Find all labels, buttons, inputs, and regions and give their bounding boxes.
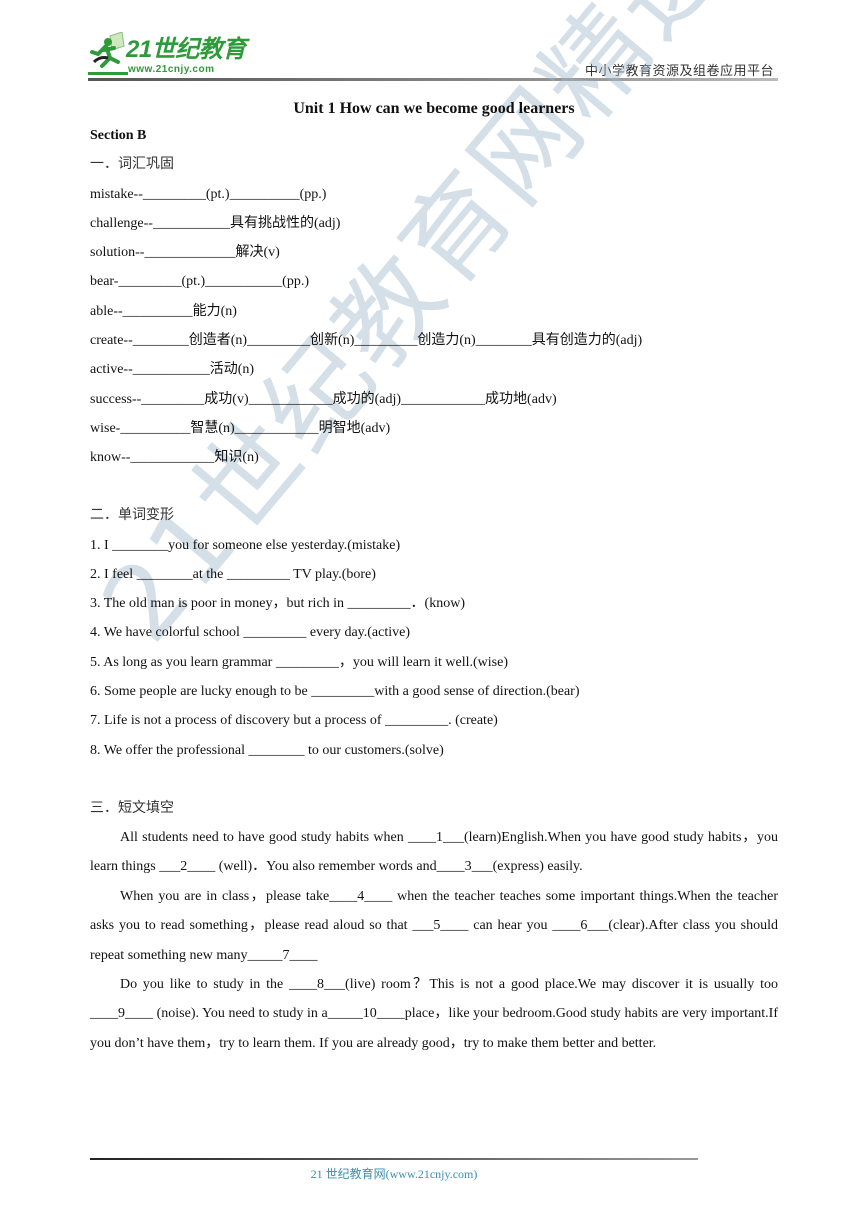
header-tagline: 中小学教育资源及组卷应用平台 xyxy=(584,63,774,78)
vocab-line: challenge--___________具有挑战性的(adj) xyxy=(90,216,341,231)
part2-heading: 二．单词变形 xyxy=(90,508,174,523)
document-title: Unit 1 How can we become good learners xyxy=(293,100,575,117)
exercise-item: 1. I ________you for someone else yester… xyxy=(90,538,401,553)
footer-link[interactable]: 21 世纪教育网(www.21cnjy.com) xyxy=(90,1165,698,1182)
exercise-item: 5. As long as you learn grammar ________… xyxy=(90,655,508,670)
cloze-paragraph: Do you like to study in the ____8___(liv… xyxy=(90,977,778,1051)
vocab-line: create--________创造者(n)_________创新(n)____… xyxy=(90,333,643,348)
vocab-line: success--_________成功(v)____________成功的(a… xyxy=(90,392,557,407)
part3-heading: 三．短文填空 xyxy=(90,801,174,816)
runner-logo-icon xyxy=(88,31,128,75)
exercise-item: 2. I feel ________at the _________ TV pl… xyxy=(90,567,376,582)
section-label: Section B xyxy=(90,128,147,143)
exercise-item: 8. We offer the professional ________ to… xyxy=(90,743,444,758)
page-header: 21世纪教育 www.21cnjy.com 中小学教育资源及组卷应用平台 xyxy=(88,30,778,81)
vocab-line: bear-_________(pt.)___________(pp.) xyxy=(90,274,310,289)
vocab-line: active--___________活动(n) xyxy=(90,362,255,377)
exercise-item: 4. We have colorful school _________ eve… xyxy=(90,625,410,640)
vocab-line: wise-__________智慧(n)____________明智地(adv) xyxy=(90,421,391,436)
exercise-item: 7. Life is not a process of discovery bu… xyxy=(90,713,498,728)
vocab-line: know--____________知识(n) xyxy=(90,450,259,465)
part1-heading: 一．词汇巩固 xyxy=(90,157,174,172)
vocab-line: solution--_____________解决(v) xyxy=(90,245,280,260)
cloze-paragraph: All students need to have good study hab… xyxy=(90,830,778,875)
logo-url: www.21cnjy.com xyxy=(128,64,215,75)
footer-divider xyxy=(90,1158,698,1160)
exercise-item: 6. Some people are lucky enough to be __… xyxy=(90,684,580,699)
header-divider xyxy=(88,78,778,81)
vocab-line: mistake--_________(pt.)__________(pp.) xyxy=(90,187,327,202)
exercise-item: 3. The old man is poor in money，but rich… xyxy=(90,596,465,611)
logo-text: 21世纪教育 xyxy=(126,36,246,63)
site-logo[interactable]: 21世纪教育 www.21cnjy.com xyxy=(88,31,258,76)
cloze-paragraph: When you are in class，please take____4__… xyxy=(90,889,778,963)
vocab-line: able--__________能力(n) xyxy=(90,304,237,319)
